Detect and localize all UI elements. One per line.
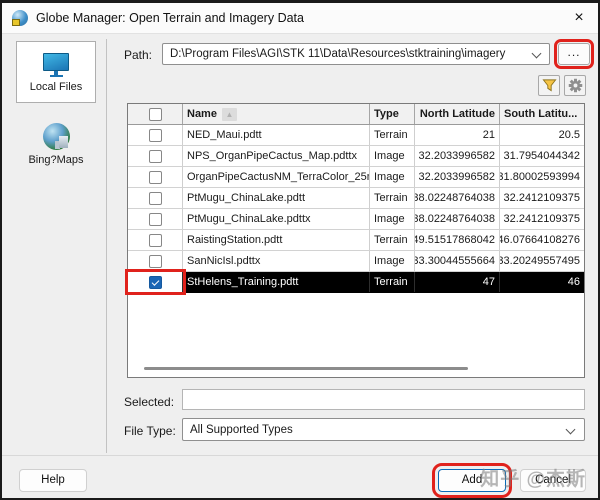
- cell-south-latitude[interactable]: 20.5: [500, 125, 584, 145]
- path-value: D:\Program Files\AGI\STK 11\Data\Resourc…: [170, 48, 506, 60]
- row-checkbox-cell[interactable]: [128, 146, 183, 166]
- row-checkbox[interactable]: [148, 212, 162, 226]
- add-button[interactable]: Add: [432, 463, 512, 498]
- window-title: Globe Manager: Open Terrain and Imagery …: [36, 11, 304, 25]
- cell-type[interactable]: Image: [370, 167, 415, 187]
- cell-north-latitude[interactable]: 38.02248764038: [415, 209, 500, 229]
- row-checkbox-cell[interactable]: [128, 209, 183, 229]
- table-row[interactable]: SanNicIsl.pdttx Image 33.30044555664 33.…: [128, 251, 584, 272]
- row-checkbox-cell[interactable]: [128, 188, 183, 208]
- cell-south-latitude[interactable]: 46: [500, 272, 584, 292]
- cell-type[interactable]: Image: [370, 251, 415, 271]
- monitor-icon: [43, 53, 69, 77]
- table-row[interactable]: RaistingStation.pdtt Terrain 49.51517868…: [128, 230, 584, 251]
- cell-name[interactable]: RaistingStation.pdtt: [183, 230, 370, 250]
- cell-type[interactable]: Terrain: [370, 125, 415, 145]
- cell-name[interactable]: StHelens_Training.pdtt: [183, 272, 370, 292]
- horizontal-scrollbar[interactable]: [144, 367, 468, 370]
- row-checkbox-cell[interactable]: [128, 125, 183, 145]
- cell-south-latitude[interactable]: 46.07664108276: [500, 230, 584, 250]
- column-header-name[interactable]: Name ▲: [183, 104, 370, 124]
- cell-type[interactable]: Image: [370, 209, 415, 229]
- row-checkbox-cell[interactable]: [128, 167, 183, 187]
- sidebar-item-label: Bing?Maps: [28, 153, 84, 166]
- column-header-type[interactable]: Type: [370, 104, 415, 124]
- cell-north-latitude[interactable]: 32.2033996582: [415, 167, 500, 187]
- sidebar-divider: [106, 39, 107, 453]
- close-icon[interactable]: ×: [568, 8, 590, 28]
- cell-north-latitude[interactable]: 21: [415, 125, 500, 145]
- cell-south-latitude[interactable]: 33.20249557495: [500, 251, 584, 271]
- selected-label: Selected:: [124, 395, 175, 409]
- cell-name[interactable]: PtMugu_ChinaLake.pdttx: [183, 209, 370, 229]
- sort-ascending-icon: ▲: [221, 107, 237, 121]
- globe-manager-dialog: Globe Manager: Open Terrain and Imagery …: [0, 0, 600, 500]
- file-type-select[interactable]: All Supported Types: [182, 418, 585, 441]
- globe-manager-app-icon: [12, 10, 28, 26]
- column-header-north-latitude[interactable]: North Latitude: [415, 104, 500, 124]
- cell-north-latitude[interactable]: 38.02248764038: [415, 188, 500, 208]
- select-all-checkbox[interactable]: [148, 107, 162, 121]
- filter-button[interactable]: [538, 75, 560, 96]
- table-row[interactable]: PtMugu_ChinaLake.pdtt Terrain 38.0224876…: [128, 188, 584, 209]
- cell-name[interactable]: PtMugu_ChinaLake.pdtt: [183, 188, 370, 208]
- path-label: Path:: [124, 48, 153, 62]
- cell-south-latitude[interactable]: 32.2412109375: [500, 209, 584, 229]
- globe-icon: [42, 122, 70, 150]
- column-header-label: Name: [187, 108, 217, 120]
- row-checkbox[interactable]: [148, 191, 162, 205]
- settings-gear-icon: [568, 78, 582, 93]
- cell-name[interactable]: OrganPipeCactusNM_TerraColor_25m.jp2: [183, 167, 370, 187]
- cell-type[interactable]: Terrain: [370, 272, 415, 292]
- cell-name[interactable]: NPS_OrganPipeCactus_Map.pdttx: [183, 146, 370, 166]
- row-checkbox-cell[interactable]: [128, 251, 183, 271]
- table-row[interactable]: NED_Maui.pdtt Terrain 21 20.5: [128, 125, 584, 146]
- cell-north-latitude[interactable]: 33.30044555664: [415, 251, 500, 271]
- table-row[interactable]: StHelens_Training.pdtt Terrain 47 46: [125, 269, 584, 295]
- file-table: Name ▲ Type North Latitude South Latitu.…: [125, 103, 585, 378]
- sidebar-item-label: Local Files: [29, 81, 83, 93]
- table-row[interactable]: OrganPipeCactusNM_TerraColor_25m.jp2 Ima…: [128, 167, 584, 188]
- cell-south-latitude[interactable]: 32.2412109375: [500, 188, 584, 208]
- cell-name[interactable]: SanNicIsl.pdttx: [183, 251, 370, 271]
- help-button[interactable]: Help: [19, 469, 87, 492]
- sidebar-item-local-files[interactable]: Local Files: [16, 41, 96, 103]
- cell-name[interactable]: NED_Maui.pdtt: [183, 125, 370, 145]
- cell-south-latitude[interactable]: 31.7954044342: [500, 146, 584, 166]
- chevron-down-icon: [565, 424, 576, 435]
- browse-button[interactable]: ...: [554, 39, 594, 69]
- cancel-button[interactable]: Cancel: [520, 469, 586, 492]
- cell-type[interactable]: Image: [370, 146, 415, 166]
- table-row[interactable]: PtMugu_ChinaLake.pdttx Image 38.02248764…: [128, 209, 584, 230]
- cell-north-latitude[interactable]: 49.51517868042: [415, 230, 500, 250]
- selected-input[interactable]: [182, 389, 585, 410]
- cell-type[interactable]: Terrain: [370, 230, 415, 250]
- row-checkbox-cell[interactable]: [128, 230, 183, 250]
- row-checkbox[interactable]: [148, 275, 162, 289]
- sidebar-item-bing-maps[interactable]: Bing?Maps: [16, 113, 96, 175]
- cell-north-latitude[interactable]: 47: [415, 272, 500, 292]
- cell-north-latitude[interactable]: 32.2033996582: [415, 146, 500, 166]
- select-all-header-cell[interactable]: [128, 104, 183, 124]
- table-body: NED_Maui.pdtt Terrain 21 20.5 NPS_OrganP…: [125, 125, 584, 295]
- table-header-row: Name ▲ Type North Latitude South Latitu.…: [128, 104, 584, 125]
- row-checkbox[interactable]: [148, 254, 162, 268]
- cell-type[interactable]: Terrain: [370, 188, 415, 208]
- bottom-divider: [2, 455, 598, 456]
- row-checkbox[interactable]: [148, 233, 162, 247]
- row-checkbox[interactable]: [148, 149, 162, 163]
- table-row[interactable]: NPS_OrganPipeCactus_Map.pdttx Image 32.2…: [128, 146, 584, 167]
- file-type-value: All Supported Types: [190, 424, 293, 436]
- chevron-down-icon: [531, 48, 542, 59]
- row-checkbox[interactable]: [148, 170, 162, 184]
- title-bar: Globe Manager: Open Terrain and Imagery …: [2, 3, 598, 34]
- path-combobox[interactable]: D:\Program Files\AGI\STK 11\Data\Resourc…: [162, 43, 550, 65]
- column-header-south-latitude[interactable]: South Latitu...: [500, 104, 584, 124]
- cell-south-latitude[interactable]: 31.80002593994: [500, 167, 584, 187]
- settings-button[interactable]: [564, 75, 586, 96]
- row-checkbox-cell[interactable]: [125, 269, 186, 295]
- file-type-label: File Type:: [124, 424, 176, 438]
- row-checkbox[interactable]: [148, 128, 162, 142]
- filter-funnel-icon: [541, 79, 557, 92]
